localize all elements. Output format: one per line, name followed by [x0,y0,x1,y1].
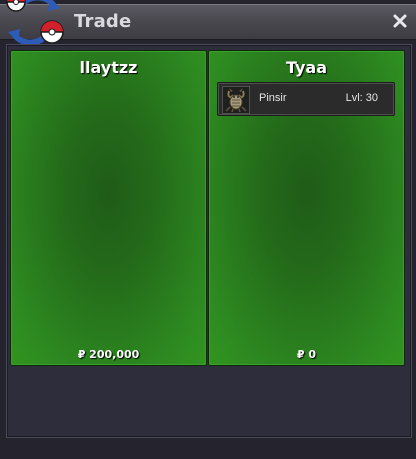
item-level: Lvl: 30 [345,92,378,104]
trade-window: Trade llaytzz ₽ 200,000 Tyaa Pinsir Lvl:… [0,0,416,459]
trade-panel-partner[interactable]: Tyaa Pinsir Lvl: 30 ₽ 0 [208,50,405,366]
pokeball-swap-icon [6,0,64,46]
pinsir-icon [222,86,250,114]
window-title: Trade [74,11,132,32]
trade-panel-self[interactable]: llaytzz ₽ 200,000 [10,50,207,366]
close-icon[interactable] [392,13,408,29]
money-offer-left[interactable]: ₽ 200,000 [11,348,206,361]
money-offer-right: ₽ 0 [296,348,317,361]
trade-item-row[interactable]: Pinsir Lvl: 30 [217,82,395,116]
trader-name-right: Tyaa [285,58,328,77]
trader-name-left: llaytzz [79,58,138,77]
item-name: Pinsir [259,92,287,104]
